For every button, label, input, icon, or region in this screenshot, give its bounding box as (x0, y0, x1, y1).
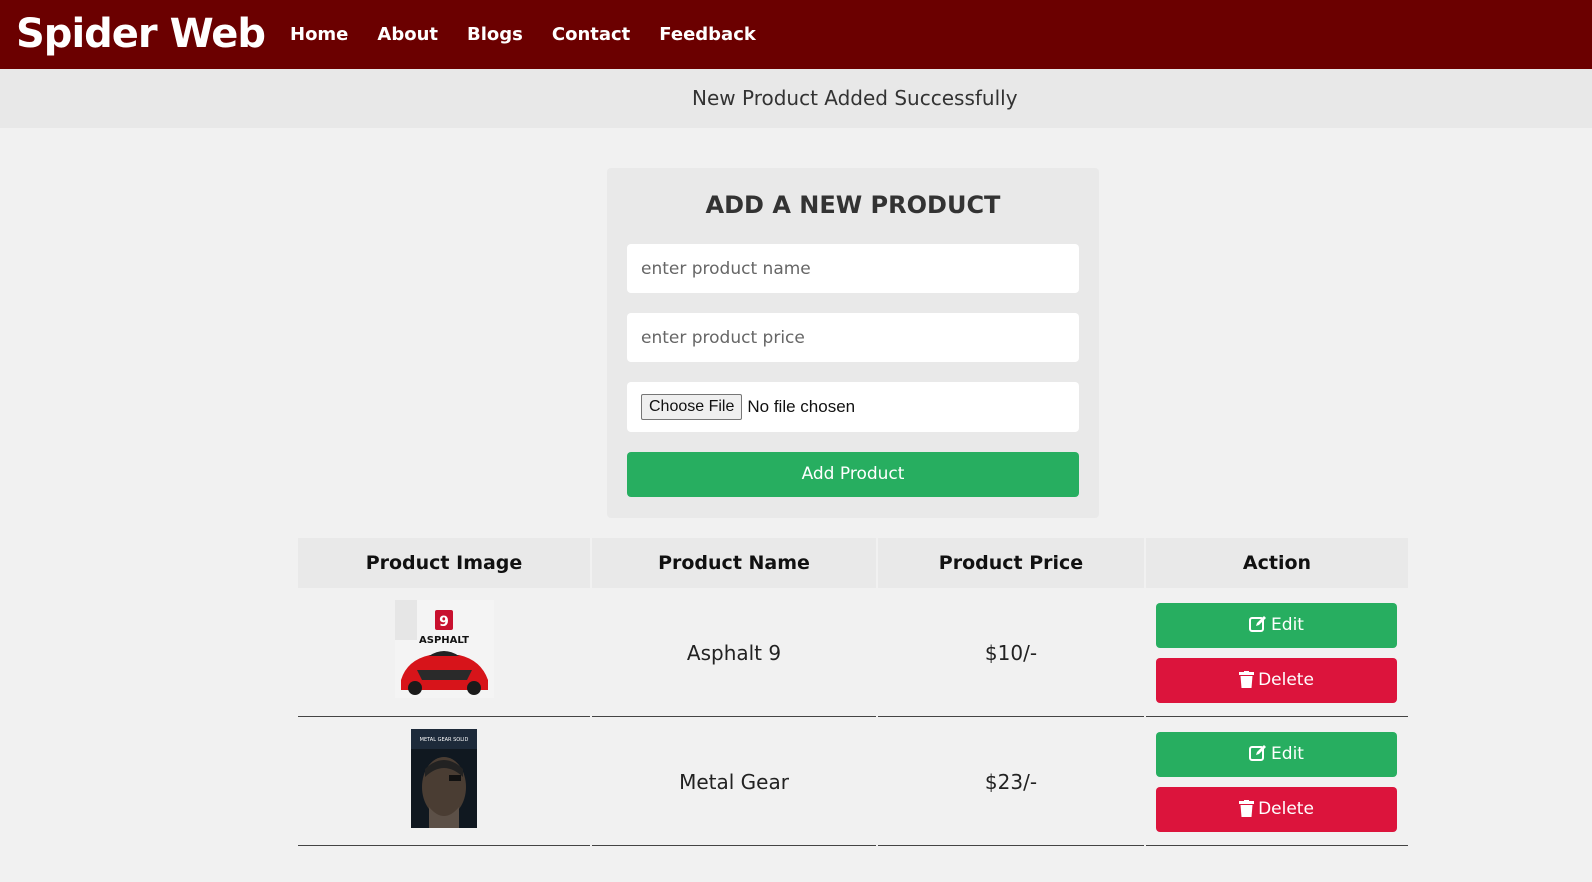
asphalt-9-thumbnail: 9 ASPHALT (395, 600, 494, 698)
header-product-image: Product Image (298, 538, 590, 588)
add-product-form: ADD A NEW PRODUCT Choose File No file ch… (607, 168, 1099, 518)
table-row-price-cell: $23/- (878, 718, 1144, 846)
nav-home-link[interactable]: Home (290, 22, 348, 48)
table-row-image-cell: METAL GEAR SOLID (298, 718, 590, 846)
choose-file-button[interactable]: Choose File (641, 394, 743, 420)
delete-label: Delete (1258, 670, 1314, 690)
svg-text:9: 9 (439, 614, 449, 630)
product-name-input[interactable] (627, 244, 1079, 293)
delete-label: Delete (1258, 799, 1314, 819)
site-logo[interactable]: Spider Web (16, 8, 266, 60)
header-action: Action (1146, 538, 1408, 588)
product-name: Metal Gear (679, 770, 789, 794)
delete-button[interactable]: Delete (1156, 658, 1397, 703)
delete-button[interactable]: Delete (1156, 787, 1397, 832)
table-row-image-cell: 9 ASPHALT (298, 589, 590, 717)
product-price-input[interactable] (627, 313, 1079, 362)
edit-label: Edit (1271, 615, 1304, 635)
header-product-name: Product Name (592, 538, 876, 588)
edit-button[interactable]: Edit (1156, 603, 1397, 648)
table-row-action-cell: Edit Delete (1146, 589, 1408, 717)
svg-text:METAL GEAR SOLID: METAL GEAR SOLID (420, 737, 469, 743)
nav-contact-link[interactable]: Contact (552, 22, 630, 48)
nav-feedback-link[interactable]: Feedback (659, 22, 756, 48)
table-row-action-cell: Edit Delete (1146, 718, 1408, 846)
success-message-bar: New Product Added Successfully (0, 69, 1592, 128)
success-message: New Product Added Successfully (692, 86, 1018, 110)
main-nav: Home About Blogs Contact Feedback (290, 22, 785, 48)
edit-icon (1249, 745, 1267, 761)
metal-gear-thumbnail: METAL GEAR SOLID (411, 729, 477, 828)
edit-icon (1249, 616, 1267, 632)
table-row-name-cell: Asphalt 9 (592, 589, 876, 717)
trash-icon (1239, 671, 1255, 688)
table-row-name-cell: Metal Gear (592, 718, 876, 846)
form-title: ADD A NEW PRODUCT (705, 191, 1001, 219)
trash-icon (1239, 800, 1255, 817)
nav-about-link[interactable]: About (377, 22, 438, 48)
nav-blogs-link[interactable]: Blogs (467, 22, 523, 48)
edit-button[interactable]: Edit (1156, 732, 1397, 777)
add-product-button[interactable]: Add Product (627, 452, 1079, 497)
edit-label: Edit (1271, 744, 1304, 764)
header-product-price: Product Price (878, 538, 1144, 588)
product-name: Asphalt 9 (686, 641, 782, 665)
product-image-file-input: Choose File No file chosen (627, 382, 1079, 432)
table-row-price-cell: $10/- (878, 589, 1144, 717)
product-price: $23/- (984, 770, 1038, 794)
file-status-text: No file chosen (747, 397, 856, 416)
svg-text:ASPHALT: ASPHALT (419, 635, 469, 646)
top-navbar: Spider Web Home About Blogs Contact Feed… (0, 0, 1592, 69)
product-price: $10/- (984, 641, 1038, 665)
